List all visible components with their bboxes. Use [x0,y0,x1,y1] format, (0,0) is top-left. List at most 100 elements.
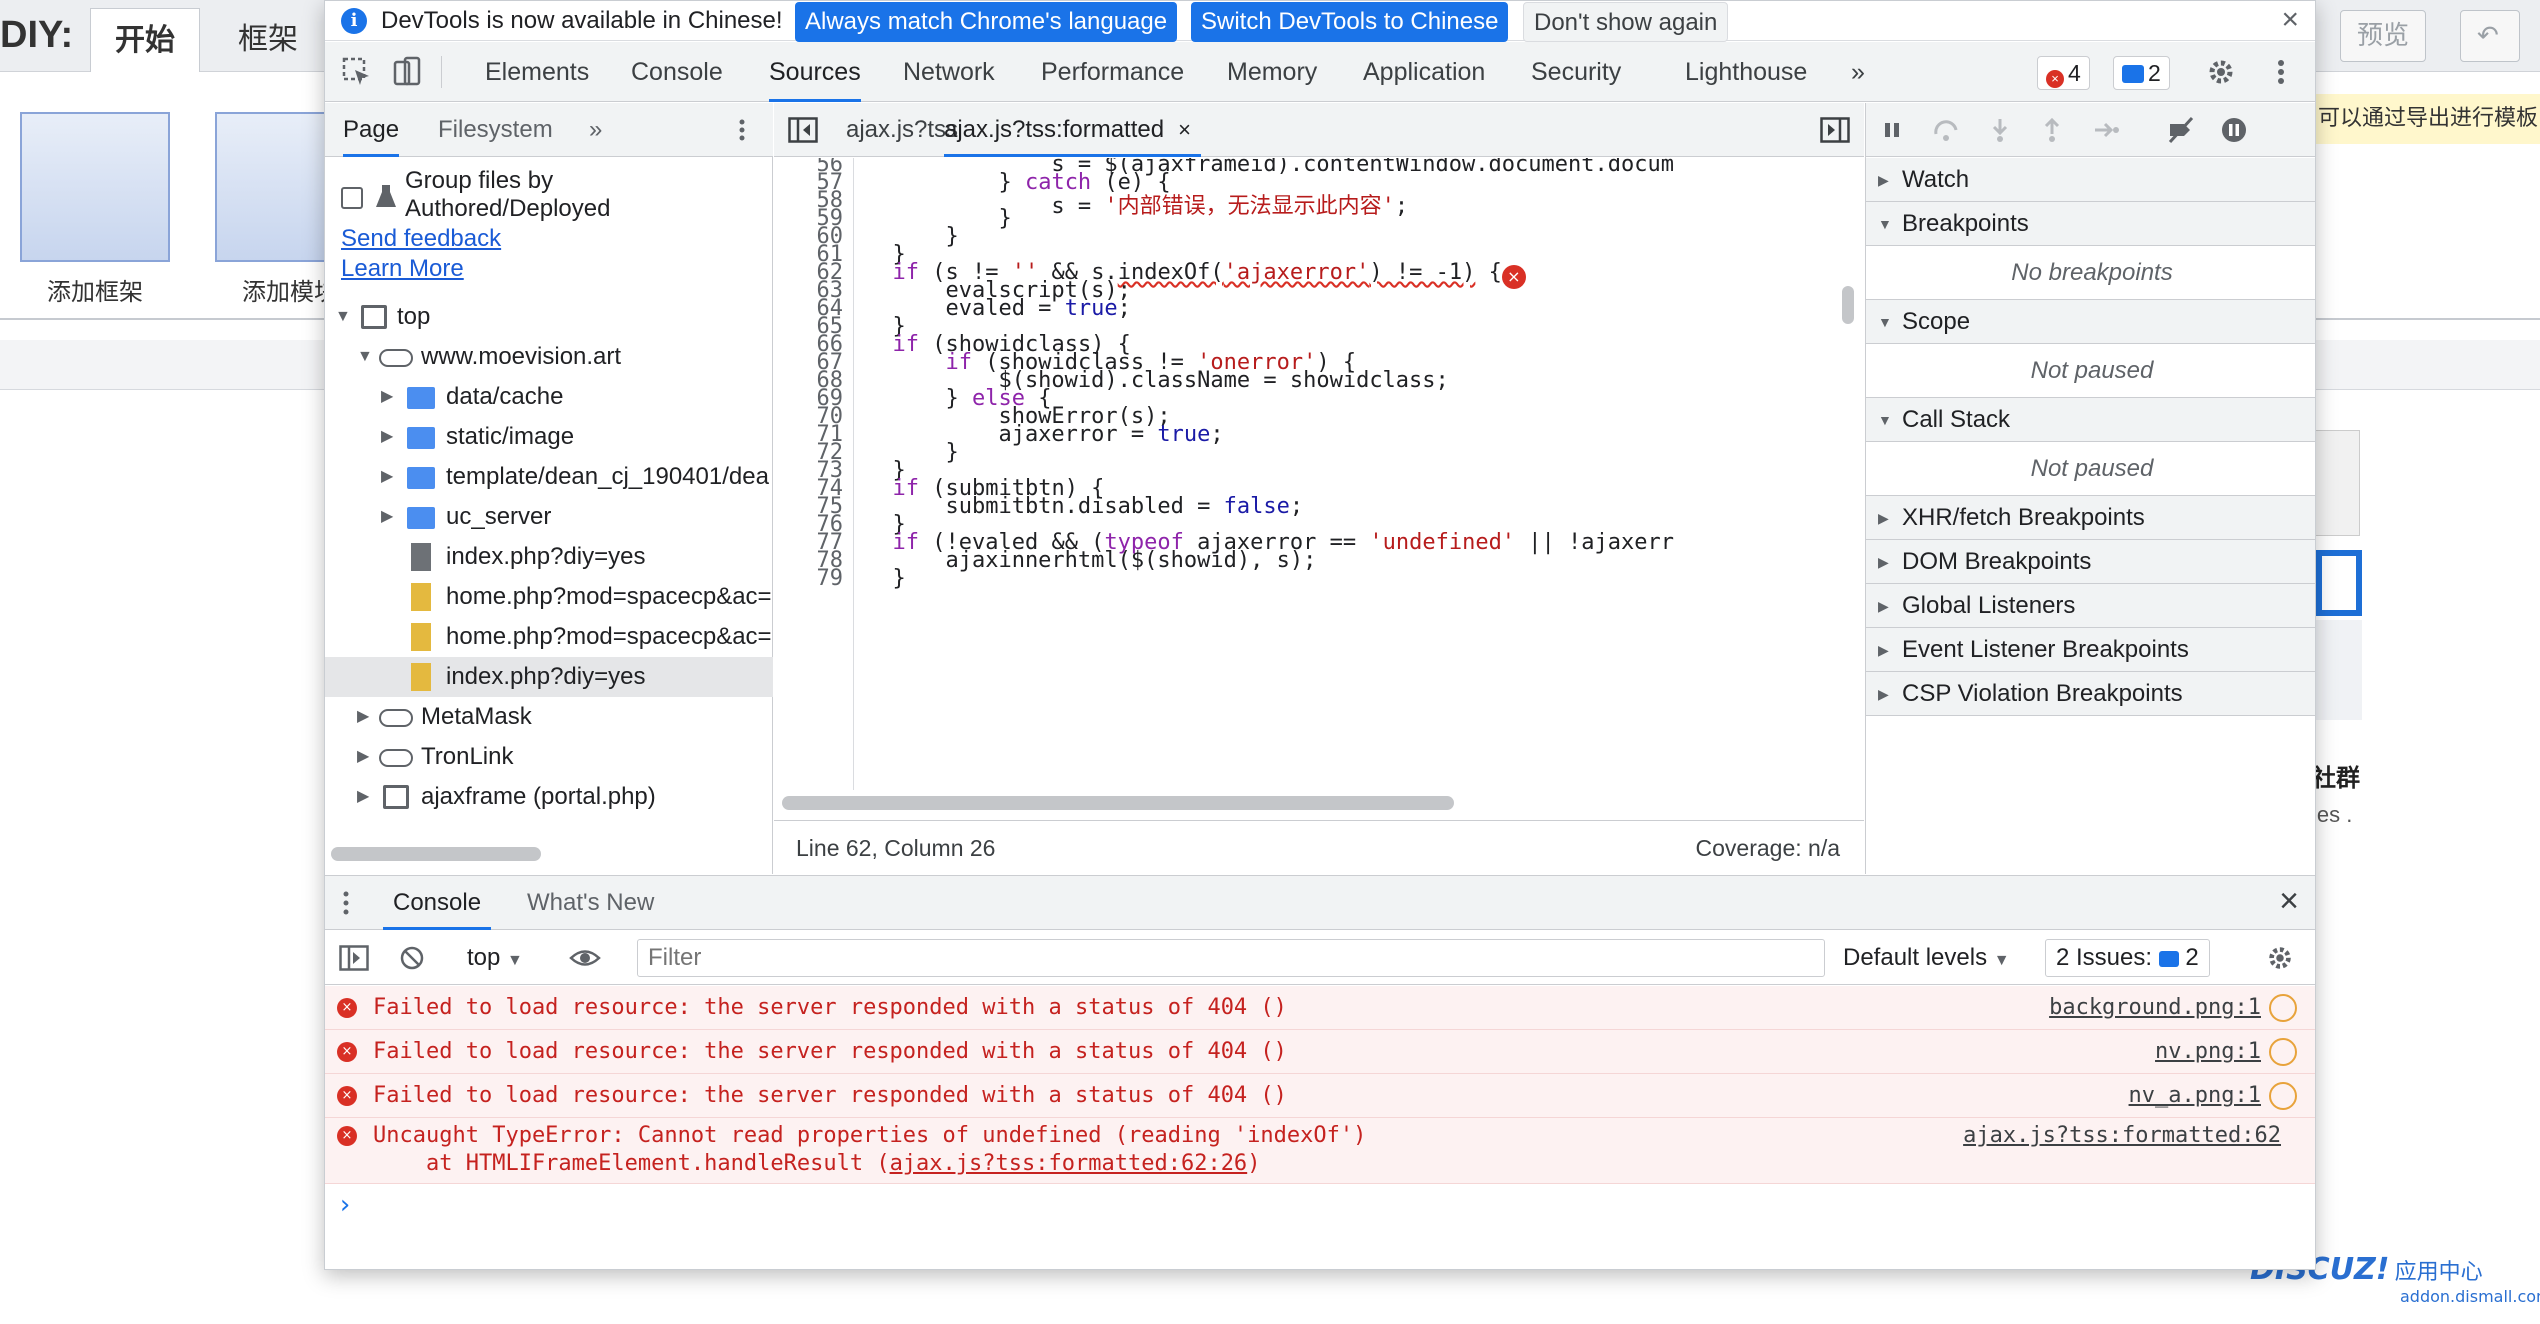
network-request-icon[interactable] [2269,994,2297,1022]
tab-filesystem[interactable]: Filesystem [438,103,553,157]
close-drawer-icon[interactable]: × [2279,882,2299,921]
drawer-tab-console[interactable]: Console [383,876,492,930]
tab-start[interactable]: 开始 [90,8,200,72]
tree-node-file-selected[interactable]: index.php?diy=yes [325,657,773,697]
step-over-icon[interactable] [1932,116,1960,144]
infobar-close-icon[interactable]: × [2281,3,2299,37]
line-gutter[interactable]: 56 57 58 59 60 61 62 63 64 65 66 67 68 69 70 71 72 73 74 75… [774,158,854,790]
always-match-language-button[interactable]: Always match Chrome's language [795,2,1178,42]
tab-elements[interactable]: Elements [485,42,589,102]
network-request-icon[interactable] [2269,1082,2297,1110]
navigator-menu-icon[interactable] [729,117,755,143]
drawer-menu-icon[interactable] [339,890,353,916]
close-tab-icon[interactable]: × [1178,117,1191,142]
settings-gear-icon[interactable] [2205,56,2237,88]
tab-network[interactable]: Network [903,42,995,102]
drawer-tabs: Console What's New × [325,876,2315,930]
tree-node-folder[interactable]: ▶ data/cache [325,377,773,417]
message-text: Failed to load resource: the server resp… [373,995,1287,1020]
section-csp-breakpoints[interactable]: ▶ CSP Violation Breakpoints [1866,672,2315,716]
network-request-icon[interactable] [2269,1038,2297,1066]
tab-application[interactable]: Application [1363,42,1485,102]
section-xhr-breakpoints[interactable]: ▶ XHR/fetch Breakpoints [1866,496,2315,540]
section-call-stack[interactable]: ▼ Call Stack [1866,398,2315,442]
inspect-element-icon[interactable] [341,56,373,88]
tree-node-folder[interactable]: ▶ template/dean_cj_190401/dea [325,457,773,497]
section-event-listener-breakpoints[interactable]: ▶ Event Listener Breakpoints [1866,628,2315,672]
message-source-link[interactable]: nv.png:1 [2155,1030,2261,1074]
errors-badge[interactable]: × 4 [2037,56,2090,90]
navigator-more-icon[interactable]: » [589,103,602,157]
tree-node-file[interactable]: home.php?mod=spacecp&ac= [325,617,773,657]
tab-security[interactable]: Security [1531,42,1621,102]
pause-icon[interactable] [1878,116,1906,144]
section-global-listeners[interactable]: ▶ Global Listeners [1866,584,2315,628]
more-tabs-icon[interactable]: » [1851,42,1865,102]
tab-performance[interactable]: Performance [1041,42,1184,102]
console-settings-gear-icon[interactable] [2265,943,2295,973]
tree-node-extension[interactable]: ▶ MetaMask [325,697,773,737]
message-source-link[interactable]: background.png:1 [2049,986,2261,1030]
tree-node-folder[interactable]: ▶ uc_server [325,497,773,537]
console-error-message: × Failed to load resource: the server re… [325,1074,2315,1118]
section-breakpoints[interactable]: ▼ Breakpoints [1866,202,2315,246]
editor-vertical-scrollbar[interactable] [1842,286,1854,324]
tab-lighthouse[interactable]: Lighthouse [1685,42,1807,102]
section-dom-breakpoints[interactable]: ▶ DOM Breakpoints [1866,540,2315,584]
deactivate-breakpoints-icon[interactable] [2166,116,2194,144]
tab-ajax-js[interactable]: ajax.js?tss [846,103,958,157]
message-source-link[interactable]: nv_a.png:1 [2129,1074,2261,1118]
tab-sources[interactable]: Sources [769,42,861,102]
tree-node-domain[interactable]: ▼ www.moevision.art [325,337,773,377]
live-expression-eye-icon[interactable] [569,945,601,971]
step-icon[interactable] [2092,116,2120,144]
undo-button[interactable]: ↶ [2460,10,2520,62]
group-files-checkbox[interactable] [341,187,363,209]
tree-label: MetaMask [421,703,532,730]
tree-node-top[interactable]: ▼ top [325,297,773,337]
tree-node-extension[interactable]: ▶ TronLink [325,737,773,777]
console-prompt-icon[interactable]: › [337,1190,353,1220]
tab-console[interactable]: Console [631,42,723,102]
message-source-link[interactable]: ajax.js?tss:formatted:62 [1963,1122,2281,1150]
issues-button[interactable]: 2 Issues: 2 [2045,939,2210,977]
console-filter-input[interactable] [637,939,1825,977]
tree-node-file[interactable]: index.php?diy=yes [325,537,773,577]
inline-error-icon[interactable]: × [1501,265,1526,289]
step-into-icon[interactable] [1986,116,2014,144]
step-out-icon[interactable] [2038,116,2066,144]
preview-button[interactable]: 预览 [2340,10,2427,62]
device-toolbar-icon[interactable] [391,56,423,88]
navigator-scrollbar[interactable] [331,847,541,861]
pause-on-exceptions-icon[interactable] [2220,116,2248,144]
context-selector[interactable]: top ▼ [467,931,523,988]
editor-horizontal-scrollbar[interactable] [782,796,1454,810]
drawer-tab-whats-new[interactable]: What's New [527,876,654,930]
code-view[interactable]: 56 57 58 59 60 61 62 63 64 65 66 67 68 69 70 71 72 73 74 75… [774,158,1864,790]
clear-console-icon[interactable] [399,945,425,971]
stack-trace-prefix: at HTMLIFrameElement.handleResult ( [373,1151,890,1176]
toggle-navigator-icon[interactable] [788,117,818,143]
dont-show-again-button[interactable]: Don't show again [1523,2,1729,42]
tab-memory[interactable]: Memory [1227,42,1317,102]
tab-frame[interactable]: 框架 [214,8,322,72]
line-number[interactable]: 79 [817,566,844,591]
toggle-debugger-icon[interactable] [1820,117,1850,143]
tree-node-file[interactable]: home.php?mod=spacecp&ac= [325,577,773,617]
section-watch[interactable]: ▶ Watch [1866,158,2315,202]
messages-badge[interactable]: 2 [2113,56,2170,90]
send-feedback-link[interactable]: Send feedback [341,225,501,252]
tab-page[interactable]: Page [343,103,400,157]
tab-ajax-js-formatted[interactable]: ajax.js?tss:formatted × [944,103,1201,157]
switch-to-chinese-button[interactable]: Switch DevTools to Chinese [1191,2,1509,42]
stack-trace-link[interactable]: ajax.js?tss:formatted:62:26 [890,1151,1248,1176]
learn-more-link[interactable]: Learn More [341,255,464,282]
tree-node-folder[interactable]: ▶ static/image [325,417,773,457]
debugger-toolbar [1866,103,2315,157]
log-levels-dropdown[interactable]: Default levels ▼ [1843,931,2010,988]
tree-node-frame[interactable]: ▶ ajaxframe (portal.php) [325,777,773,817]
add-frame-item[interactable]: 添加框架 [10,112,180,307]
show-sidebar-icon[interactable] [339,945,369,971]
kebab-menu-icon[interactable] [2265,56,2297,88]
section-scope[interactable]: ▼ Scope [1866,300,2315,344]
